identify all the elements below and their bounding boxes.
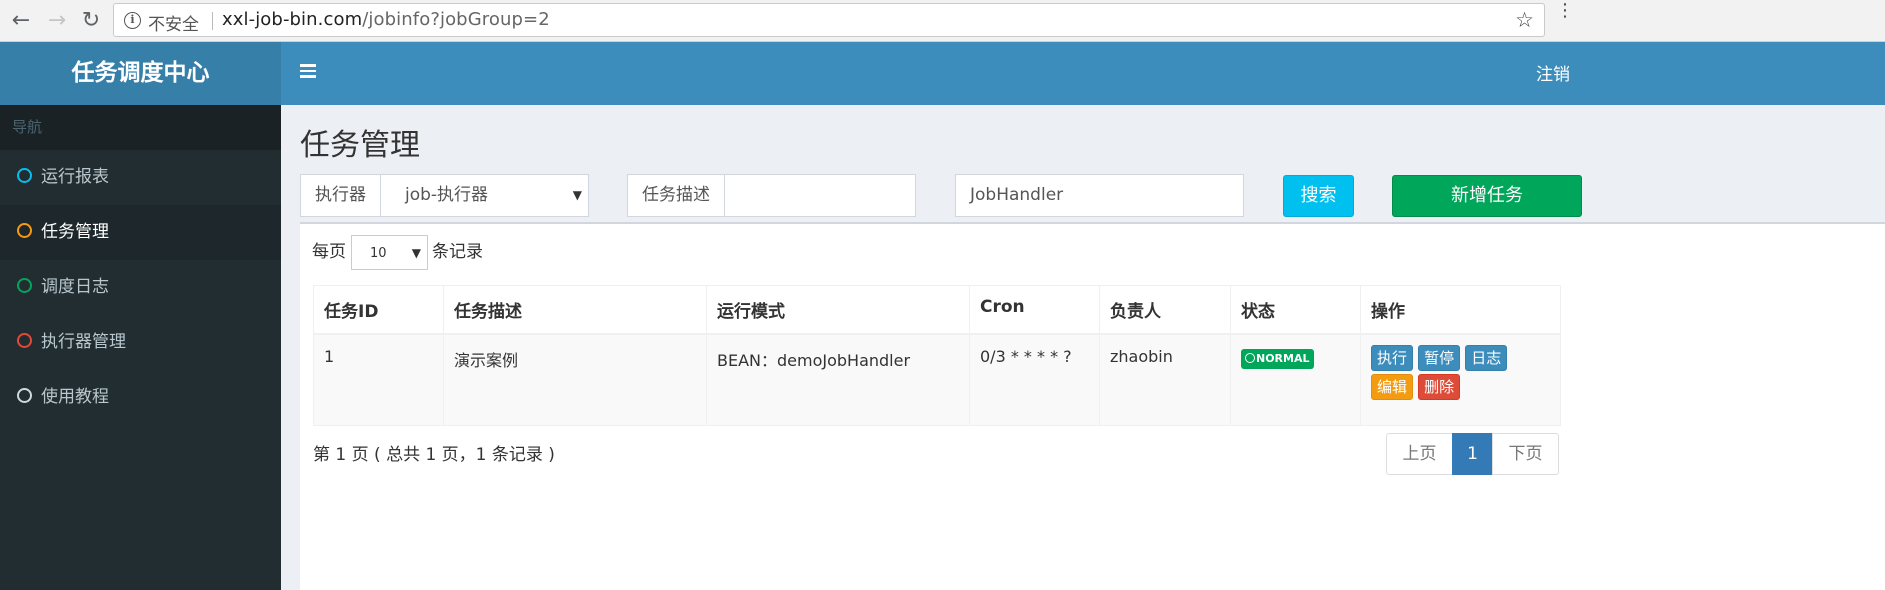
sidebar-item-label: 任务管理	[41, 222, 109, 242]
circle-icon	[17, 333, 32, 348]
status-badge: NORMAL	[1241, 349, 1314, 369]
sidebar-item-label: 调度日志	[41, 277, 109, 297]
handler-input[interactable]	[1074, 175, 1243, 216]
column-header[interactable]: 负责人	[1099, 285, 1231, 335]
page-size-prefix: 每页	[312, 242, 346, 262]
info-icon[interactable]: i	[124, 12, 141, 29]
executor-label: 执行器	[301, 175, 381, 216]
sidebar-header: 导航	[0, 105, 281, 150]
trigger-button[interactable]: 执行	[1371, 345, 1414, 371]
url-text[interactable]: xxl-job-bin.com/jobinfo?jobGroup=2	[222, 9, 550, 30]
sidebar-item-jobs[interactable]: 任务管理	[0, 205, 281, 260]
browser-toolbar: ← → ↻ i 不安全 xxl-job-bin.com/jobinfo?jobG…	[0, 0, 1885, 42]
sidebar-item-help[interactable]: 使用教程	[0, 370, 281, 425]
circle-icon	[17, 388, 32, 403]
desc-filter: 任务描述	[627, 174, 916, 217]
search-button[interactable]: 搜索	[1283, 175, 1354, 217]
browser-menu-icon[interactable]: ⋮	[1556, 2, 1574, 20]
page-size-value: 10	[370, 246, 387, 261]
column-header[interactable]: 运行模式	[706, 285, 970, 335]
page-size-suffix: 条记录	[432, 242, 483, 262]
circle-icon	[17, 278, 32, 293]
column-header[interactable]: 任务ID	[313, 285, 444, 335]
insecure-label: 不安全	[148, 15, 199, 35]
add-job-button[interactable]: 新增任务	[1392, 175, 1582, 217]
job-mode-cell: BEAN：demoJobHandler	[706, 333, 970, 426]
prev-page-button[interactable]: 上页	[1386, 433, 1453, 475]
handler-label: JobHandler	[956, 175, 1079, 216]
desc-input[interactable]	[731, 175, 915, 216]
column-header[interactable]: 任务描述	[443, 285, 707, 335]
next-page-button[interactable]: 下页	[1492, 433, 1559, 475]
job-owner-cell: zhaobin	[1099, 333, 1231, 426]
delete-button[interactable]: 删除	[1418, 374, 1461, 400]
reload-icon[interactable]: ↻	[76, 6, 106, 36]
forward-arrow-icon[interactable]: →	[42, 6, 72, 36]
url-path: /jobinfo?jobGroup=2	[362, 9, 550, 30]
log-button[interactable]: 日志	[1465, 345, 1508, 371]
edit-button[interactable]: 编辑	[1371, 374, 1414, 400]
sidebar-item-report[interactable]: 运行报表	[0, 150, 281, 205]
page-size-select[interactable]: 10 ▼	[351, 235, 428, 270]
column-header[interactable]: Cron	[969, 285, 1100, 335]
sidebar-item-label: 运行报表	[41, 167, 109, 187]
executor-select[interactable]: job-执行器 ▼	[386, 175, 588, 216]
job-id-cell: 1	[313, 333, 444, 426]
table-row: 1 演示案例 BEAN：demoJobHandler 0/3 * * * * ?…	[313, 333, 1561, 426]
executor-select-value: job-执行器	[405, 185, 489, 205]
sidebar-item-label: 执行器管理	[41, 332, 126, 352]
sidebar-item-label: 使用教程	[41, 387, 109, 407]
pagination: 上页 1 下页	[1386, 433, 1559, 475]
column-header[interactable]: 操作	[1360, 285, 1561, 335]
address-divider	[212, 12, 213, 30]
url-host: xxl-job-bin.com	[222, 9, 363, 30]
circle-icon	[17, 223, 32, 238]
address-bar[interactable]: i 不安全 xxl-job-bin.com/jobinfo?jobGroup=2…	[113, 3, 1545, 37]
sidebar-item-executors[interactable]: 执行器管理	[0, 315, 281, 370]
job-table: 任务ID 任务描述 运行模式 Cron 负责人 状态 操作 1 演示案例 BEA…	[313, 285, 1561, 426]
circle-icon	[17, 168, 32, 183]
back-arrow-icon[interactable]: ←	[6, 6, 36, 36]
job-cron-cell: 0/3 * * * * ?	[969, 333, 1100, 426]
pagination-info: 第 1 页 ( 总共 1 页，1 条记录 )	[313, 445, 555, 465]
bookmark-star-icon[interactable]: ☆	[1515, 8, 1534, 32]
caret-down-icon: ▼	[411, 246, 421, 260]
clock-icon	[1245, 353, 1255, 363]
executor-filter: 执行器 job-执行器 ▼	[300, 174, 589, 217]
column-header[interactable]: 状态	[1230, 285, 1361, 335]
job-actions-cell: 执行 暂停 日志 编辑 删除	[1360, 333, 1561, 426]
current-page-button[interactable]: 1	[1452, 433, 1493, 475]
menu-toggle-icon[interactable]	[300, 64, 316, 78]
sidebar-item-logs[interactable]: 调度日志	[0, 260, 281, 315]
table-header-row: 任务ID 任务描述 运行模式 Cron 负责人 状态 操作	[313, 285, 1561, 335]
desc-label: 任务描述	[628, 175, 725, 216]
job-desc-cell: 演示案例	[443, 333, 707, 426]
top-navbar: 注销	[281, 42, 1885, 105]
app-logo[interactable]: 任务调度中心	[0, 42, 281, 105]
logout-link[interactable]: 注销	[1536, 60, 1570, 85]
page-title: 任务管理	[300, 128, 420, 163]
status-text: NORMAL	[1256, 352, 1310, 365]
job-status-cell: NORMAL	[1230, 333, 1361, 426]
caret-down-icon: ▼	[572, 188, 582, 202]
pause-button[interactable]: 暂停	[1418, 345, 1461, 371]
sidebar: 导航 运行报表 任务管理 调度日志 执行器管理 使用教程	[0, 105, 281, 590]
handler-filter: JobHandler	[955, 174, 1244, 217]
